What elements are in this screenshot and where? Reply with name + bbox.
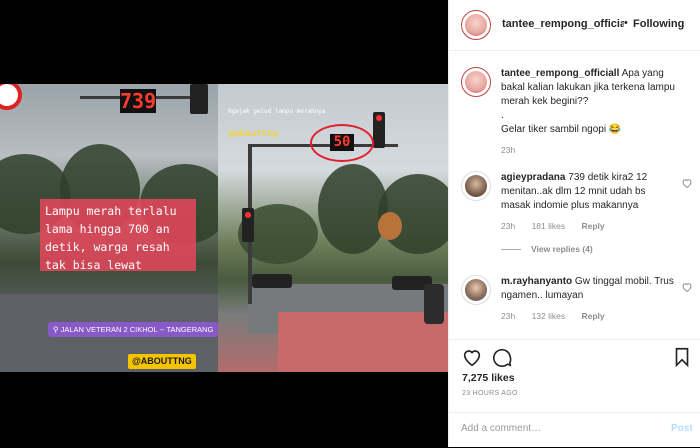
comments-list[interactable]: tantee_rempong_officiall Apa yang bakal … [449,51,700,339]
left-countdown: 739 [120,89,157,113]
comment-body: agieypradana 739 detik kira2 12 menitan.… [501,171,676,213]
location-pin-icon: ⚲ [53,325,61,334]
caption-body: tantee_rempong_officiall Apa yang bakal … [501,67,676,137]
like-comment-heart-icon[interactable] [681,177,693,189]
comment-body: m.rayhanyanto Gw tinggal mobil. Trus nga… [501,275,676,303]
no-entry-sign-icon [0,84,22,110]
comment-meta: 23h 132 likes Reply [501,311,619,321]
like-heart-icon[interactable] [461,346,483,368]
instagram-post-modal: 739 50 Ngajak gelud lampu merahnya @abou… [0,0,700,447]
photo-caption-small: Ngajak gelud lampu merahnya [228,108,326,115]
reply-button[interactable]: Reply [582,311,605,321]
handle-tag-left: @ABOUTTNG [128,354,196,369]
comment-username[interactable]: agieypradana [501,172,565,183]
comment-time[interactable]: 23h [501,311,515,321]
following-button[interactable]: Following [633,18,684,30]
post-image[interactable]: 739 50 Ngajak gelud lampu merahnya @abou… [0,84,448,372]
comment-item: agieypradana 739 detik kira2 12 menitan.… [461,171,693,251]
bookmark-icon[interactable] [671,346,693,368]
caption-text-2: . [501,110,504,121]
comment-likes[interactable]: 181 likes [532,221,566,231]
comment-bubble-icon[interactable] [491,346,513,368]
monument-ornament [378,212,402,240]
comment-item: m.rayhanyanto Gw tinggal mobil. Trus nga… [461,275,693,335]
comment-input[interactable]: Add a comment… [461,423,641,434]
post-header: tantee_rempong_officiall • Following [449,0,700,51]
location-tag: ⚲ JALAN VETERAN 2 CIKHOL -- TANGERANG [48,322,219,337]
handle-tag-right: @abouttng [229,129,278,139]
post-side-panel: tantee_rempong_officiall • Following tan… [448,0,700,447]
likes-count[interactable]: 7,275 likes [462,372,515,384]
caption-text-3: Gelar tiker sambil ngopi 😂 [501,124,622,135]
add-comment-bar: Add a comment… Post [449,412,700,448]
caption-meta: 23h [501,145,529,155]
post-comment-button[interactable]: Post [671,423,693,434]
comment-likes[interactable]: 132 likes [532,311,566,321]
comment-meta: 23h 181 likes Reply [501,221,619,231]
caption-time[interactable]: 23h [501,145,515,155]
photo-headline-box: Lampu merah terlalu lama hingga 700 an d… [40,199,196,272]
reply-button[interactable]: Reply [582,221,605,231]
like-comment-heart-icon[interactable] [681,281,693,293]
comment-time[interactable]: 23h [501,221,515,231]
caption-author-avatar[interactable] [461,67,491,97]
comment-username[interactable]: m.rayhanyanto [501,276,572,287]
author-username[interactable]: tantee_rempong_officiall [502,18,624,30]
view-replies-link[interactable]: View replies (4) [501,244,593,254]
author-avatar[interactable] [461,10,491,40]
caption-username[interactable]: tantee_rempong_officiall [501,68,619,79]
post-date[interactable]: 23 HOURS AGO [462,390,518,397]
location-tag-text: JALAN VETERAN 2 CIKHOL -- TANGERANG [60,325,214,334]
header-separator: • [624,17,628,29]
red-circle-highlight [310,124,374,162]
photo-headline-text: Lampu merah terlalu lama hingga 700 an d… [45,204,177,272]
commenter-avatar[interactable] [461,275,491,305]
commenter-avatar[interactable] [461,171,491,201]
post-actions: 7,275 likes 23 HOURS AGO Add a comment… … [449,339,700,447]
